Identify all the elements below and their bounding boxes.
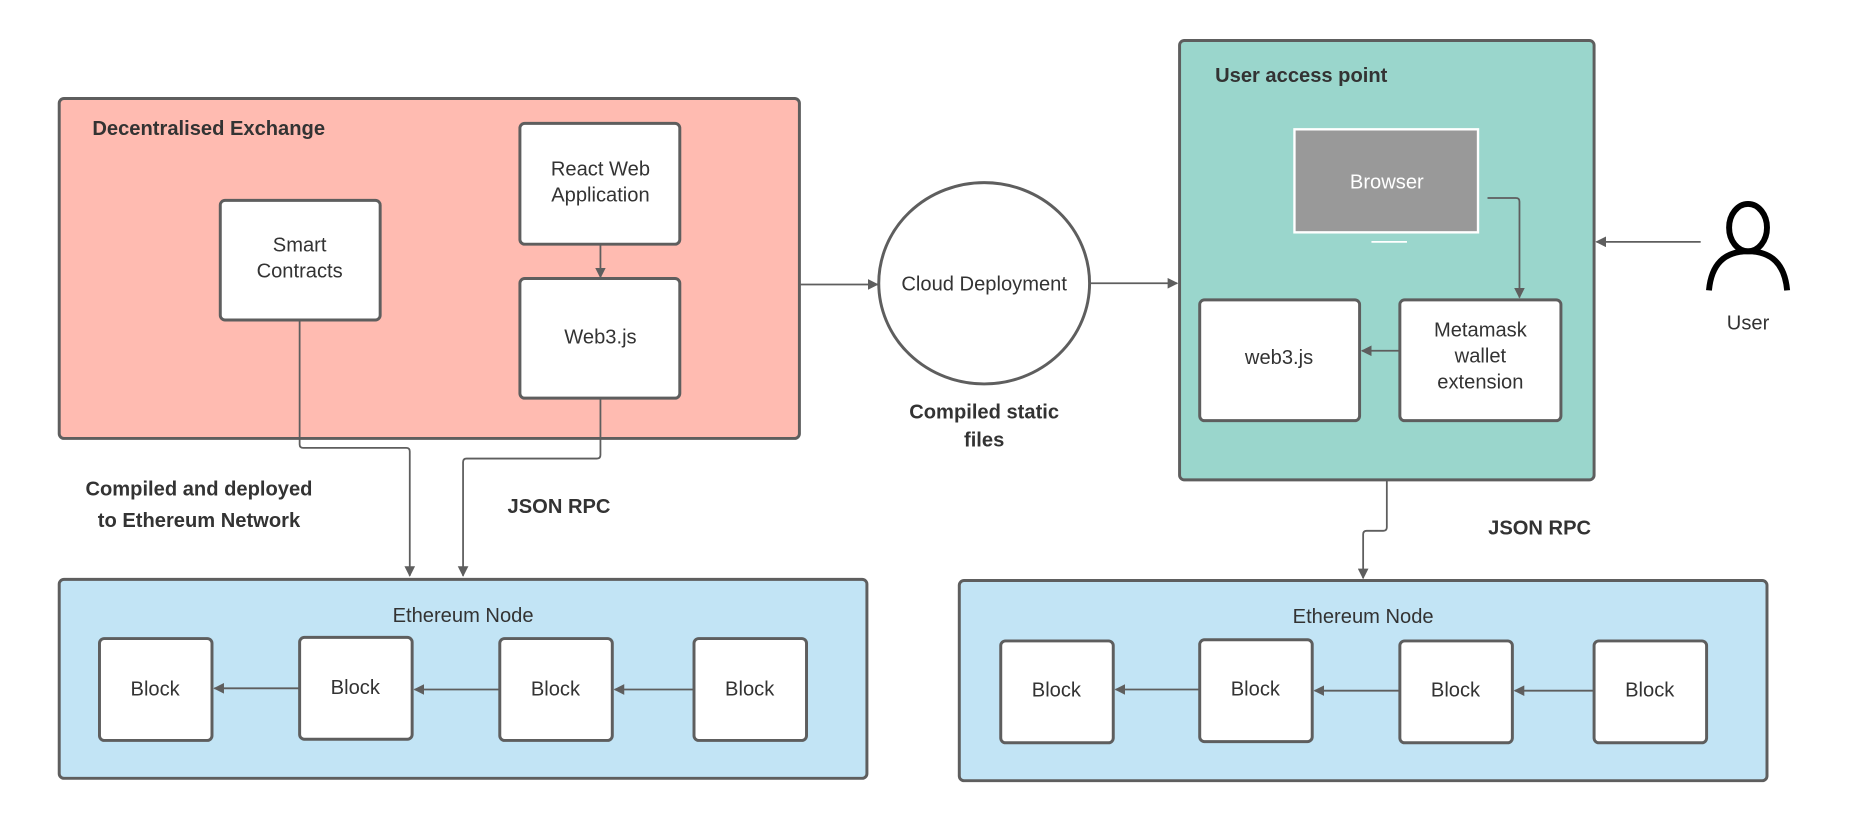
block-label: Block xyxy=(131,678,181,700)
architecture-diagram: Decentralised Exchange React Web Applica… xyxy=(57,39,1791,783)
dex-container xyxy=(57,97,801,440)
user-access-title: User access point xyxy=(1215,65,1388,87)
block-label: Block xyxy=(1032,680,1082,702)
json-rpc-right-label: JSON RPC xyxy=(1488,517,1591,539)
browser-label: Browser xyxy=(1350,172,1424,194)
block-label: Block xyxy=(531,678,581,700)
eth-node-right-title: Ethereum Node xyxy=(1293,606,1434,628)
user-web3js-label: web3.js xyxy=(1244,347,1313,369)
block-label: Block xyxy=(1431,680,1481,702)
react-label-2: Application xyxy=(551,185,649,207)
compiled-annotation-2: to Ethereum Network xyxy=(98,510,301,532)
user-access-point-group: User access point Browser Metamask walle… xyxy=(1178,39,1596,482)
eth-node-left-title: Ethereum Node xyxy=(393,605,534,627)
block-label: Block xyxy=(1625,680,1675,702)
cloud-caption-2: files xyxy=(964,430,1004,452)
json-rpc-left-label: JSON RPC xyxy=(508,496,611,518)
block-label: Block xyxy=(1231,678,1281,700)
metamask-label-1: Metamask xyxy=(1434,320,1528,342)
compiled-annotation-1: Compiled and deployed xyxy=(85,478,312,500)
ethereum-node-left: Ethereum Node Block Block Block Block xyxy=(57,577,869,780)
person-icon xyxy=(1706,200,1791,291)
smart-contracts-label-1: Smart xyxy=(273,234,327,256)
web3js-label: Web3.js xyxy=(564,327,636,349)
block-label: Block xyxy=(725,678,775,700)
dex-title: Decentralised Exchange xyxy=(92,118,325,140)
metamask-label-2: wallet xyxy=(1454,346,1507,368)
user-label: User xyxy=(1727,312,1770,334)
cloud-caption-1: Compiled static xyxy=(909,401,1059,423)
decentralised-exchange-group: Decentralised Exchange React Web Applica… xyxy=(57,97,801,440)
block-label: Block xyxy=(331,677,381,699)
metamask-label-3: extension xyxy=(1437,372,1523,394)
ethereum-node-right: Ethereum Node Block Block Block Block xyxy=(957,579,1769,783)
cloud-label: Cloud Deployment xyxy=(901,273,1067,295)
smart-contracts-label-2: Contracts xyxy=(257,260,343,282)
access-to-node-connector xyxy=(1357,479,1388,580)
react-label-1: React Web xyxy=(551,159,650,181)
